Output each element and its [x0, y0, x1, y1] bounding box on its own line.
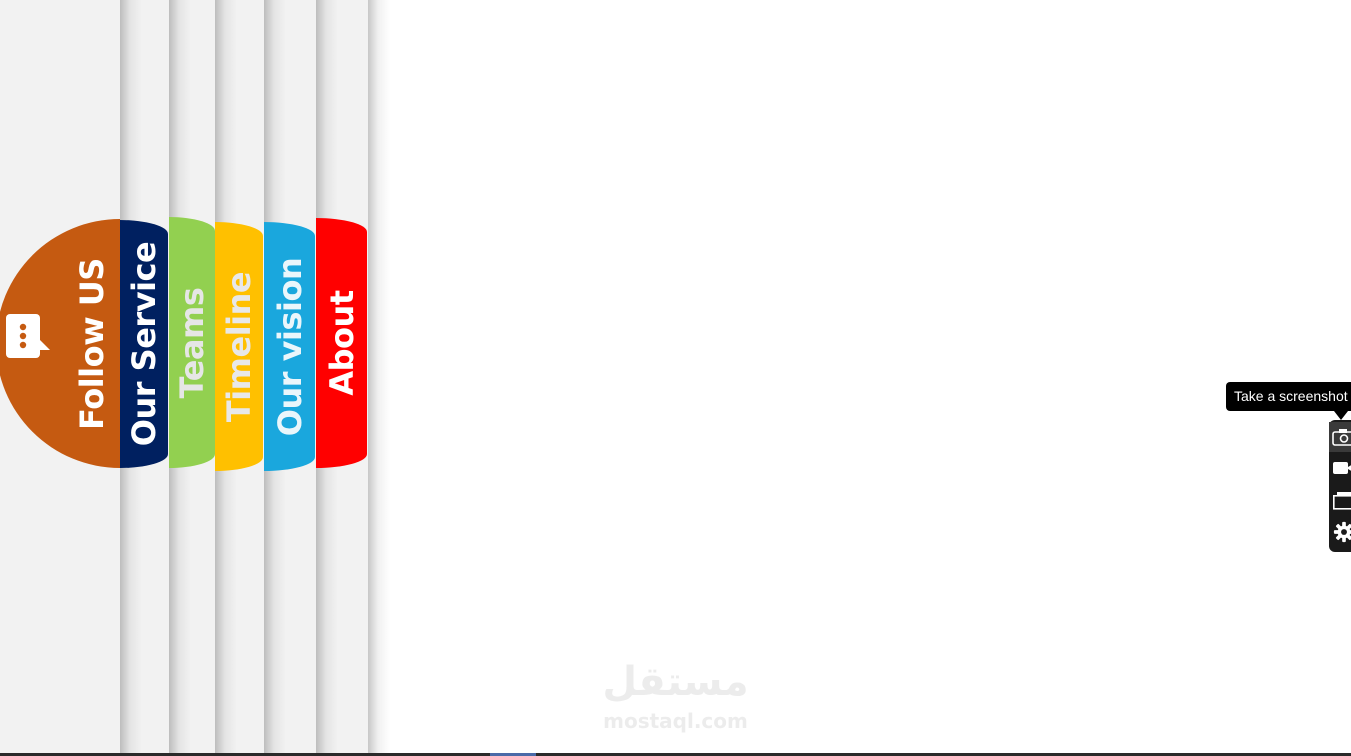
nav-tab-about[interactable]: About [316, 218, 367, 468]
record-video-button[interactable] [1329, 453, 1351, 483]
tooltip-arrow [1334, 411, 1348, 420]
nav-tab-label: Our Service [125, 241, 163, 447]
screenshot-tooltip: Take a screenshot [1226, 382, 1351, 411]
page: Follow US Our Service Teams Timeline Our… [0, 0, 1351, 756]
nav-tab-label: Teams [173, 287, 211, 398]
nav-tab-label: About [322, 290, 361, 396]
nav-tab-timeline[interactable]: Timeline [215, 222, 263, 471]
nav-tab-our-vision[interactable]: Our vision [264, 222, 315, 471]
panel-shadow [368, 0, 390, 756]
nav-tab-label: Timeline [220, 271, 258, 422]
chat-icon [6, 314, 50, 358]
gear-icon [1333, 521, 1351, 543]
settings-button[interactable] [1329, 516, 1351, 546]
watermark-latin-text: mostaql.com [603, 709, 748, 733]
video-icon [1333, 462, 1351, 474]
nav-tab-teams[interactable]: Teams [169, 217, 215, 468]
mostaql-watermark-logo: مستقل mostaql.com [588, 655, 763, 745]
take-screenshot-button[interactable] [1329, 422, 1351, 452]
follow-us-label: Follow US [73, 257, 111, 430]
nav-tab-label: Our vision [270, 257, 309, 436]
nav-tab-our-service[interactable]: Our Service [120, 220, 168, 468]
capture-window-button[interactable] [1329, 485, 1351, 515]
screenshot-toolbar [1329, 420, 1351, 552]
window-icon [1332, 492, 1351, 510]
camera-icon [1332, 429, 1351, 446]
watermark-arabic-text: مستقل [602, 659, 749, 705]
